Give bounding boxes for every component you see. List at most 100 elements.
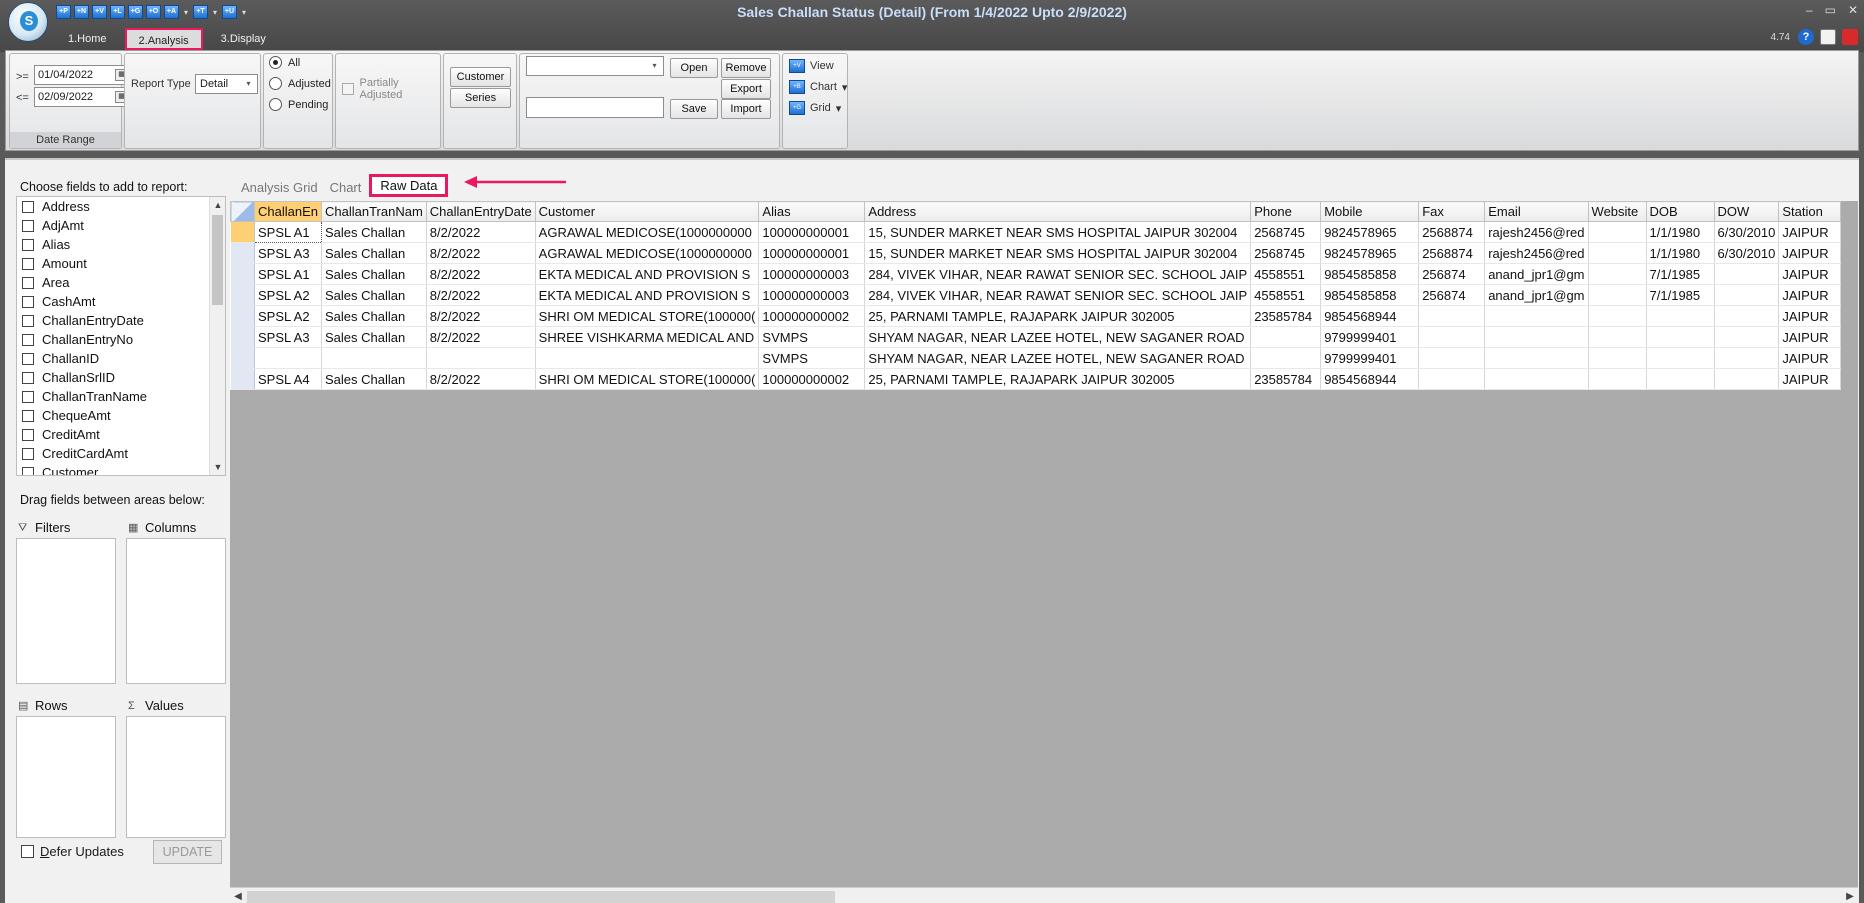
table-cell[interactable] [1418,326,1486,348]
table-cell[interactable]: 4558551 [1250,284,1322,306]
table-cell[interactable]: 23585784 [1250,305,1322,327]
field-checkbox[interactable]: Alias [17,235,225,254]
table-cell[interactable]: 8/2/2022 [426,242,536,264]
table-cell[interactable]: 4558551 [1250,263,1322,285]
layout-select[interactable]: ▾ [526,56,664,76]
row-header[interactable] [230,368,255,390]
table-cell[interactable]: 9854568944 [1320,305,1420,327]
column-header[interactable]: ChallanTranNam [321,201,427,222]
table-cell[interactable]: 7/1/1985 [1646,284,1715,306]
table-cell[interactable]: 25, PARNAMI TAMPLE, RAJAPARK JAIPUR 3020… [864,305,1252,327]
maximize-icon[interactable]: ▭ [1825,3,1836,17]
filters-drop-area[interactable] [16,538,116,684]
field-checkbox[interactable]: ChallanID [17,349,225,368]
table-row[interactable]: SPSL A2 Sales Challan 8/2/2022 EKTA MEDICAL… [230,284,1842,306]
table-cell[interactable]: AGRAWAL MEDICOSE(1000000000 [535,242,760,264]
table-cell[interactable]: SHYAM NAGAR, NEAR LAZEE HOTEL, NEW SAGAN… [864,347,1252,369]
table-cell[interactable]: 25, PARNAMI TAMPLE, RAJAPARK JAIPUR 3020… [864,368,1252,390]
table-cell[interactable]: Sales Challan [321,263,427,285]
table-cell[interactable] [1588,242,1647,264]
column-header[interactable]: Email [1484,201,1589,222]
column-header[interactable]: ChallanEntryDate [425,201,536,222]
table-cell[interactable]: JAIPUR [1778,242,1842,264]
table-cell[interactable]: 9824578965 [1320,242,1420,264]
field-checkbox[interactable]: ChallanSrlID [17,368,225,387]
table-cell[interactable]: JAIPUR [1778,368,1842,390]
table-cell[interactable]: EKTA MEDICAL AND PROVISION S [535,284,760,306]
table-cell[interactable] [1714,263,1780,285]
report-type-select[interactable]: Detail ▾ [195,74,258,94]
table-cell[interactable]: 9799999401 [1320,326,1420,348]
column-header[interactable]: Address [864,201,1252,222]
table-cell[interactable] [1418,368,1486,390]
table-cell[interactable]: anand_jpr1@gm [1484,284,1589,306]
table-cell[interactable]: Sales Challan [321,242,427,264]
tab-analysis[interactable]: 2.Analysis [124,28,203,50]
table-row[interactable]: SPSL A4 Sales Challan 8/2/2022 SHRI OM MEDI… [230,368,1842,390]
table-cell[interactable]: JAIPUR [1778,305,1842,327]
column-header[interactable]: Alias [758,201,866,222]
table-cell[interactable] [1714,368,1780,390]
table-cell[interactable] [1588,305,1647,327]
table-cell[interactable]: 9854568944 [1320,368,1420,390]
table-cell[interactable] [1484,347,1589,369]
table-cell[interactable]: SHYAM NAGAR, NEAR LAZEE HOTEL, NEW SAGAN… [864,326,1252,348]
field-checkbox[interactable]: ChallanEntryNo [17,330,225,349]
table-cell[interactable]: 2568874 [1418,242,1486,264]
table-cell[interactable] [254,347,322,369]
table-cell[interactable] [1646,326,1715,348]
table-cell[interactable]: Sales Challan [321,305,427,327]
table-cell[interactable]: 1/1/1980 [1646,242,1715,264]
table-cell[interactable] [1588,221,1647,243]
table-cell[interactable] [1588,347,1647,369]
field-checkbox[interactable]: CashAmt [17,292,225,311]
table-cell[interactable]: SHREE VISHKARMA MEDICAL AND [535,326,760,348]
field-checkbox[interactable]: ChallanTranName [17,387,225,406]
table-cell[interactable]: 284, VIVEK VIHAR, NEAR RAWAT SENIOR SEC.… [864,263,1252,285]
table-cell[interactable]: AGRAWAL MEDICOSE(1000000000 [535,221,760,243]
table-cell[interactable]: 284, VIVEK VIHAR, NEAR RAWAT SENIOR SEC.… [864,284,1252,306]
row-header[interactable] [230,284,255,306]
field-checkbox[interactable]: Amount [17,254,225,273]
table-cell[interactable]: JAIPUR [1778,347,1842,369]
table-cell[interactable]: 15, SUNDER MARKET NEAR SMS HOSPITAL JAIP… [864,242,1252,264]
table-cell[interactable] [1484,305,1589,327]
table-cell[interactable]: 100000000001 [758,242,866,264]
row-header[interactable] [230,326,255,348]
radio-pending[interactable]: Pending [269,98,328,111]
table-cell[interactable]: 8/2/2022 [426,221,536,243]
field-checkbox[interactable]: Address [17,197,225,216]
column-header[interactable]: Fax [1418,201,1486,222]
scroll-right-icon[interactable]: ▶ [1842,888,1858,903]
column-header[interactable]: Customer [534,201,760,222]
table-cell[interactable] [1646,305,1715,327]
table-cell[interactable] [1484,326,1589,348]
table-cell[interactable]: 6/30/2010 [1714,242,1780,264]
table-cell[interactable]: SPSL A3 [254,326,322,348]
table-cell[interactable]: Sales Challan [321,368,427,390]
table-cell[interactable]: 8/2/2022 [426,305,536,327]
radio-all[interactable]: All [269,56,300,69]
table-cell[interactable]: 23585784 [1250,368,1322,390]
table-cell[interactable]: 8/2/2022 [426,368,536,390]
table-cell[interactable]: 9854585858 [1320,263,1420,285]
table-row[interactable]: SPSL A1 Sales Challan 8/2/2022 AGRAWAL MEDI… [230,221,1842,243]
field-checkbox[interactable]: ChequeAmt [17,406,225,425]
field-checkbox[interactable]: ChallanEntryDate [17,311,225,330]
table-cell[interactable]: 9799999401 [1320,347,1420,369]
table-cell[interactable]: SPSL A4 [254,368,322,390]
table-cell[interactable] [1714,284,1780,306]
table-cell[interactable]: Sales Challan [321,326,427,348]
table-cell[interactable]: 15, SUNDER MARKET NEAR SMS HOSPITAL JAIP… [864,221,1252,243]
table-cell[interactable]: 100000000003 [758,263,866,285]
table-cell[interactable]: 2568874 [1418,221,1486,243]
table-cell[interactable] [321,347,427,369]
scroll-down-icon[interactable]: ▼ [210,459,225,475]
table-row[interactable]: SVMPS SHYAM NAGAR, NEAR LAZEE HOTEL, NEW … [230,347,1842,369]
tab-chart[interactable]: Chart [326,178,366,197]
row-header[interactable] [230,263,255,285]
to-date-field[interactable]: 02/09/2022 ▦ [34,87,133,107]
column-header[interactable]: ChallanEn [254,201,322,222]
field-checkbox[interactable]: AdjAmt [17,216,225,235]
layout-name-input[interactable] [526,97,664,118]
